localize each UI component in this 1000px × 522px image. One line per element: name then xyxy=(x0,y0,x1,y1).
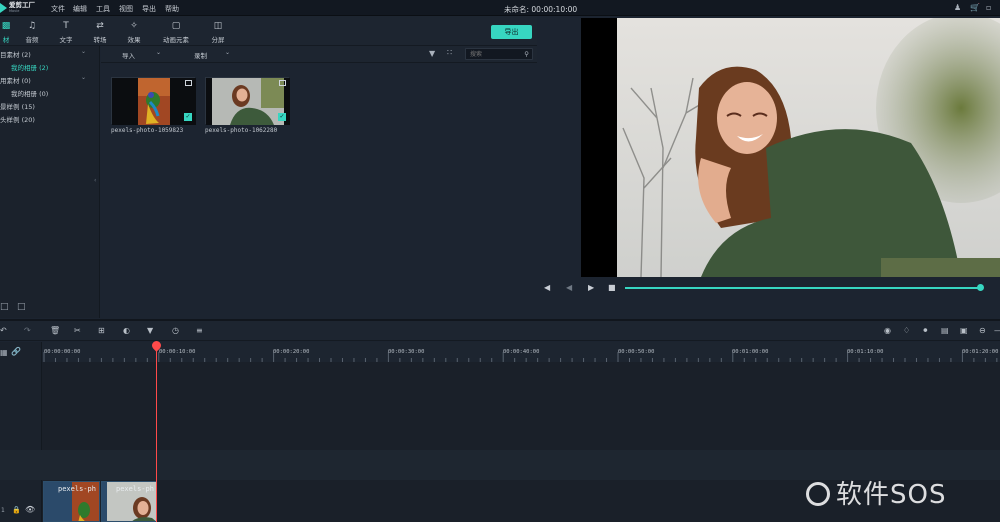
filter-icon[interactable]: ▼ xyxy=(429,49,435,58)
link-icon[interactable]: 🔗 xyxy=(11,347,21,356)
menu-edit[interactable]: 编辑 xyxy=(73,4,87,14)
media-thumbnail-woman[interactable]: ✓ xyxy=(205,77,290,125)
step-back-icon[interactable]: ◀ xyxy=(566,283,572,292)
ruler-label: 00:00:40:00 xyxy=(503,349,540,355)
menu-bar: 爱剪工厂 Movie 文件 编辑 工具 视图 导出 帮助 未命名: 00:00:… xyxy=(0,0,1000,16)
media-label: pexels-photo-1059823 xyxy=(111,127,184,134)
clip-label: pexels-ph xyxy=(116,485,154,493)
media-label: pexels-photo-1062280 xyxy=(205,127,278,134)
track-header-column xyxy=(0,342,42,522)
library-my-album-selected[interactable]: 我的相册 (2) xyxy=(11,62,48,72)
watermark-logo-icon xyxy=(806,481,830,506)
cart-icon[interactable]: 🛒 xyxy=(970,3,980,12)
check-icon: ✓ xyxy=(278,113,286,121)
preview-video-frame xyxy=(581,18,1000,277)
ruler-label: 00:00:20:00 xyxy=(273,349,310,355)
freeze-frame-icon[interactable]: ▼ xyxy=(147,326,153,335)
menu-file[interactable]: 文件 xyxy=(51,4,65,14)
marker-icon[interactable]: ♢ xyxy=(903,326,910,335)
watermark: 软件SOS xyxy=(806,474,946,511)
logo-text: 爱剪工厂 xyxy=(9,1,35,9)
library-opening-samples[interactable]: 头样例 (20) xyxy=(0,114,35,124)
timeline-clip-woman[interactable]: pexels-ph xyxy=(101,481,157,522)
ruler-label: 00:01:00:00 xyxy=(732,349,769,355)
image-type-icon xyxy=(279,80,286,86)
track-number: 1 xyxy=(1,507,5,514)
playback-progress-handle[interactable] xyxy=(977,284,984,291)
microphone-icon[interactable]: ⚫ xyxy=(922,326,929,335)
folder-icon[interactable]: □ xyxy=(17,302,26,312)
lock-icon[interactable]: 🔒 xyxy=(12,506,21,514)
add-folder-icon[interactable]: □ xyxy=(0,302,9,312)
ruler-label: 00:01:10:00 xyxy=(847,349,884,355)
clip-label: pexels-ph xyxy=(58,485,96,493)
document-title: 未命名: 00:00:10:00 xyxy=(504,5,578,14)
crop-icon[interactable]: ⊞ xyxy=(98,326,105,335)
chevron-down-icon[interactable]: ⌄ xyxy=(225,49,230,56)
chevron-down-icon[interactable]: ⌄ xyxy=(81,74,86,81)
stop-icon[interactable]: ■ xyxy=(608,283,616,292)
search-box: ⚲ xyxy=(465,48,533,60)
menu-help[interactable]: 帮助 xyxy=(165,4,179,14)
ruler-label: 00:00:30:00 xyxy=(388,349,425,355)
library-shared-media[interactable]: 用素材 (0) xyxy=(0,75,31,85)
add-track-icon[interactable]: ▦ xyxy=(0,348,8,357)
library-panel xyxy=(0,46,100,318)
record-dropdown[interactable]: 录制 xyxy=(194,50,207,60)
adjust-icon[interactable]: ≡ xyxy=(196,326,203,335)
effects-icon: ✧ xyxy=(130,21,138,31)
library-my-album[interactable]: 我的相册 (0) xyxy=(11,88,48,98)
zoom-out-icon[interactable]: ⊖ xyxy=(979,326,986,335)
check-icon: ✓ xyxy=(184,113,192,121)
media-thumbnail-parrot[interactable]: ✓ xyxy=(111,77,196,125)
playhead-line[interactable] xyxy=(156,346,157,522)
search-input[interactable] xyxy=(466,49,518,59)
tab-effects[interactable]: ✧ 效果 xyxy=(114,21,154,44)
duration-icon[interactable]: ◷ xyxy=(172,326,179,335)
ruler-label: 00:01:20:00 xyxy=(962,349,999,355)
tab-split-screen[interactable]: ◫ 分屏 xyxy=(198,21,238,44)
account-icon[interactable]: ♟ xyxy=(954,3,961,12)
image-icon: ▢ xyxy=(171,21,181,31)
color-icon[interactable]: ◐ xyxy=(123,326,130,335)
visibility-eye-icon[interactable]: 👁 xyxy=(25,505,35,514)
playback-progress-bar[interactable] xyxy=(625,287,981,289)
chevron-down-icon[interactable]: ⌄ xyxy=(156,49,161,56)
timeline-clip-parrot[interactable]: pexels-ph xyxy=(43,481,100,522)
ruler-label: 00:00:10:00 xyxy=(159,349,196,355)
menu-export[interactable]: 导出 xyxy=(142,4,156,14)
snapshot-icon[interactable]: ▣ xyxy=(960,326,968,335)
image-type-icon xyxy=(185,80,192,86)
preview-screen[interactable] xyxy=(581,18,1000,277)
import-dropdown[interactable]: 导入 xyxy=(122,50,135,60)
collapse-handle-icon[interactable]: ‹ xyxy=(94,177,96,184)
ruler-label: 00:00:50:00 xyxy=(618,349,655,355)
render-icon[interactable]: ◉ xyxy=(884,326,891,335)
cut-icon[interactable]: ✂ xyxy=(74,326,81,335)
export-button[interactable]: 导出 xyxy=(491,25,532,39)
play-icon[interactable]: ▶ xyxy=(588,283,594,292)
zoom-slider-icon[interactable]: — xyxy=(994,326,1000,335)
undo-icon[interactable]: ↶ xyxy=(0,326,7,335)
menu-view[interactable]: 视图 xyxy=(119,4,133,14)
split-screen-icon: ◫ xyxy=(213,21,223,31)
redo-icon[interactable]: ↷ xyxy=(24,326,31,335)
delete-icon[interactable]: 🗑 xyxy=(50,326,60,335)
menu-tools[interactable]: 工具 xyxy=(96,4,110,14)
grid-view-icon[interactable]: ∷ xyxy=(447,48,452,57)
ruler-label: 00:00:00:00 xyxy=(44,349,81,355)
notification-icon[interactable]: ▫ xyxy=(986,3,991,12)
voiceover-icon[interactable]: ▤ xyxy=(941,326,949,335)
chevron-down-icon[interactable]: ⌄ xyxy=(81,48,86,55)
library-project-media[interactable]: 目素材 (2) xyxy=(0,49,31,59)
logo-subtext: Movie xyxy=(9,9,20,13)
previous-frame-icon[interactable]: ◀‍ xyxy=(544,283,550,292)
logo-play-icon xyxy=(0,3,7,13)
library-background-samples[interactable]: 景样例 (15) xyxy=(0,101,35,111)
search-icon[interactable]: ⚲ xyxy=(524,50,529,58)
app-logo: 爱剪工厂 Movie xyxy=(0,2,46,14)
tab-elements[interactable]: ▢ 动画元素 xyxy=(156,21,196,44)
